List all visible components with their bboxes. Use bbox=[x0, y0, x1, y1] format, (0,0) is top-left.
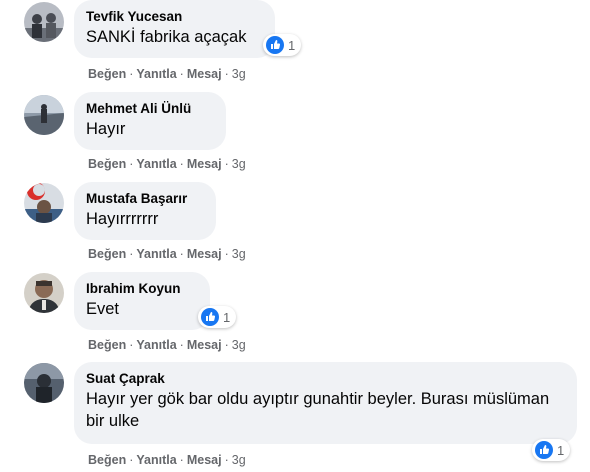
separator: · bbox=[179, 338, 184, 352]
avatar[interactable] bbox=[24, 273, 64, 313]
avatar[interactable] bbox=[24, 183, 64, 223]
separator: · bbox=[129, 67, 134, 81]
avatar[interactable] bbox=[24, 95, 64, 135]
comment-text: Hayırrrrrrr bbox=[86, 210, 159, 228]
comment-timestamp[interactable]: 3g bbox=[232, 67, 246, 81]
comment-author[interactable]: Ibrahim Koyun bbox=[86, 280, 198, 298]
message-button[interactable]: Mesaj bbox=[187, 157, 222, 171]
comment-bubble: Mustafa Başarır Hayırrrrrrr bbox=[74, 182, 216, 240]
reply-button[interactable]: Yanıtla bbox=[136, 67, 176, 81]
avatar[interactable] bbox=[24, 2, 64, 42]
message-button[interactable]: Mesaj bbox=[187, 67, 222, 81]
comment-author[interactable]: Mustafa Başarır bbox=[86, 190, 204, 208]
message-button[interactable]: Mesaj bbox=[187, 247, 222, 261]
separator: · bbox=[129, 157, 134, 171]
message-button[interactable]: Mesaj bbox=[187, 338, 222, 352]
comment-timestamp[interactable]: 3g bbox=[232, 157, 246, 171]
comment-bubble: Mehmet Ali Ünlü Hayır bbox=[74, 92, 226, 150]
separator: · bbox=[224, 453, 229, 467]
reply-button[interactable]: Yanıtla bbox=[136, 157, 176, 171]
comment-bubble: Tevfik Yucesan SANKİ fabrika açaçak bbox=[74, 0, 275, 58]
reply-button[interactable]: Yanıtla bbox=[136, 247, 176, 261]
comment-bubble: Ibrahim Koyun Evet bbox=[74, 272, 210, 330]
like-icon bbox=[535, 441, 553, 459]
comment-author[interactable]: Mehmet Ali Ünlü bbox=[86, 100, 214, 118]
like-icon bbox=[266, 36, 284, 54]
avatar[interactable] bbox=[24, 363, 64, 403]
separator: · bbox=[179, 157, 184, 171]
separator: · bbox=[224, 338, 229, 352]
separator: · bbox=[224, 67, 229, 81]
like-button[interactable]: Beğen bbox=[88, 157, 126, 171]
reaction-number: 1 bbox=[557, 442, 565, 458]
comment-text: Hayır bbox=[86, 120, 126, 138]
comment-timestamp[interactable]: 3g bbox=[232, 338, 246, 352]
message-button[interactable]: Mesaj bbox=[187, 453, 222, 467]
comment-text: SANKİ fabrika açaçak bbox=[86, 28, 247, 46]
comment-timestamp[interactable]: 3g bbox=[232, 247, 246, 261]
comment-text: Evet bbox=[86, 300, 120, 318]
comment-bubble: Suat Çaprak Hayır yer gök bar oldu ayıpt… bbox=[74, 362, 577, 444]
reaction-number: 1 bbox=[288, 37, 296, 53]
reaction-number: 1 bbox=[223, 309, 231, 325]
comment-text: Hayır yer gök bar oldu ayıptır gunahtir … bbox=[86, 390, 550, 430]
separator: · bbox=[179, 247, 184, 261]
like-button[interactable]: Beğen bbox=[88, 67, 126, 81]
comment-actions: Beğen · Yanıtla · Mesaj · 3g bbox=[88, 246, 246, 262]
comment-author[interactable]: Tevfik Yucesan bbox=[86, 8, 263, 26]
reply-button[interactable]: Yanıtla bbox=[136, 338, 176, 352]
comment-actions: Beğen · Yanıtla · Mesaj · 3g bbox=[88, 66, 246, 82]
separator: · bbox=[129, 453, 134, 467]
comment-actions: Beğen · Yanıtla · Mesaj · 3g bbox=[88, 156, 246, 172]
reaction-count[interactable]: 1 bbox=[198, 306, 237, 328]
reply-button[interactable]: Yanıtla bbox=[136, 453, 176, 467]
like-icon bbox=[201, 308, 219, 326]
reaction-count[interactable]: 1 bbox=[263, 34, 302, 56]
comment-actions: Beğen · Yanıtla · Mesaj · 3g bbox=[88, 452, 246, 468]
like-button[interactable]: Beğen bbox=[88, 247, 126, 261]
comment-actions: Beğen · Yanıtla · Mesaj · 3g bbox=[88, 337, 246, 353]
comment-timestamp[interactable]: 3g bbox=[232, 453, 246, 467]
separator: · bbox=[129, 247, 134, 261]
separator: · bbox=[179, 453, 184, 467]
separator: · bbox=[224, 247, 229, 261]
comment-author[interactable]: Suat Çaprak bbox=[86, 370, 565, 388]
like-button[interactable]: Beğen bbox=[88, 453, 126, 467]
separator: · bbox=[129, 338, 134, 352]
reaction-count[interactable]: 1 bbox=[532, 439, 571, 461]
separator: · bbox=[179, 67, 184, 81]
separator: · bbox=[224, 157, 229, 171]
like-button[interactable]: Beğen bbox=[88, 338, 126, 352]
